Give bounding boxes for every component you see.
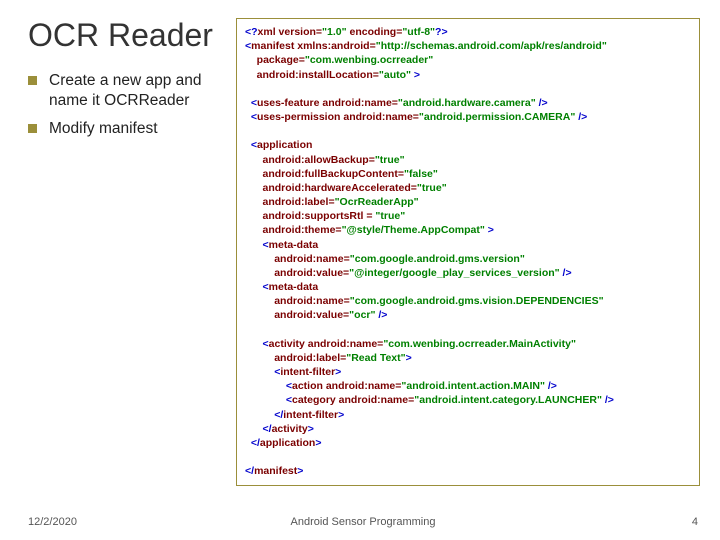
code-token: android:theme= <box>245 224 342 236</box>
code-token: /> <box>602 394 614 406</box>
code-token: > <box>338 409 344 421</box>
code-token: "com.wenbing.ocrreader.MainActivity" <box>383 338 576 350</box>
list-item: Modify manifest <box>28 119 228 139</box>
bullet-text: Create a new app and name it OCRReader <box>49 71 228 111</box>
code-token: android:name= <box>336 394 414 406</box>
code-token: < <box>245 97 257 109</box>
code-token: action <box>292 380 323 392</box>
code-box: <?xml version="1.0" encoding="utf-8"?> <… <box>236 18 700 486</box>
code-token: > <box>308 423 314 435</box>
code-token: < <box>245 239 269 251</box>
code-token: intent-filter <box>283 409 338 421</box>
code-token: "com.google.android.gms.version" <box>350 253 525 265</box>
code-token: "true" <box>417 182 447 194</box>
code-token: /> <box>545 380 557 392</box>
code-token: application <box>260 437 315 449</box>
slide-title: OCR Reader <box>28 18 228 53</box>
code-token: "com.google.android.gms.vision.DEPENDENC… <box>350 295 604 307</box>
code-token: /> <box>536 97 548 109</box>
code-token: manifest <box>254 465 297 477</box>
code-token: /> <box>575 111 587 123</box>
code-token: android:fullBackupContent= <box>245 168 404 180</box>
code-token: <? <box>245 26 258 38</box>
code-token: < <box>245 394 292 406</box>
code-token: > <box>335 366 341 378</box>
code-token: xmlns:android= <box>294 40 375 52</box>
code-token: android:name= <box>340 111 418 123</box>
square-bullet-icon <box>28 124 37 133</box>
code-token: "android.intent.category.LAUNCHER" <box>414 394 602 406</box>
code-token: meta-data <box>269 239 319 251</box>
code-token: android:name= <box>319 97 397 109</box>
code-token: uses-permission <box>257 111 340 123</box>
footer: 12/2/2020 Android Sensor Programming 4 <box>28 516 698 528</box>
code-token: activity <box>272 423 308 435</box>
code-token: android:installLocation= <box>245 69 379 81</box>
code-token: package= <box>245 54 305 66</box>
code-token: > <box>315 437 321 449</box>
code-token: "com.wenbing.ocrreader" <box>305 54 433 66</box>
code-token: < <box>245 111 257 123</box>
code-token: "1.0" <box>322 26 347 38</box>
code-token: < <box>245 139 257 151</box>
code-token: "OcrReaderApp" <box>335 196 419 208</box>
code-token: application <box>257 139 312 151</box>
code-token: xml version= <box>258 26 323 38</box>
code-token: "auto" <box>379 69 411 81</box>
code-token: "true" <box>375 154 405 166</box>
footer-title: Android Sensor Programming <box>28 516 698 528</box>
code-token: activity <box>269 338 305 350</box>
code-token: </ <box>245 437 260 449</box>
code-token: category <box>292 394 336 406</box>
code-token: android:supportsRtl = <box>245 210 375 222</box>
slide: OCR Reader Create a new app and name it … <box>0 0 720 540</box>
code-token: manifest <box>251 40 294 52</box>
code-token: "@style/Theme.AppCompat" <box>342 224 485 236</box>
code-token: android:name= <box>305 338 383 350</box>
code-token: "http://schemas.android.com/apk/res/andr… <box>376 40 607 52</box>
code-token: android:label= <box>245 196 335 208</box>
code-token: "utf-8" <box>402 26 435 38</box>
code-token: ?> <box>435 26 448 38</box>
code-token: "ocr" <box>349 309 375 321</box>
code-token: /> <box>375 309 387 321</box>
code-token: < <box>245 380 292 392</box>
code-token: "android.permission.CAMERA" <box>419 111 575 123</box>
code-token: "Read Text" <box>346 352 405 364</box>
list-item: Create a new app and name it OCRReader <box>28 71 228 111</box>
bullet-text: Modify manifest <box>49 119 158 139</box>
code-token: < <box>245 281 269 293</box>
code-token: < <box>245 338 269 350</box>
columns: OCR Reader Create a new app and name it … <box>28 18 700 486</box>
code-token: </ <box>245 409 283 421</box>
code-token: encoding= <box>347 26 403 38</box>
code-token: uses-feature <box>257 97 319 109</box>
code-token: < <box>245 366 280 378</box>
code-token: android:name= <box>323 380 401 392</box>
code-token: </ <box>245 465 254 477</box>
code-token: </ <box>245 423 272 435</box>
code-token: android:hardwareAccelerated= <box>245 182 417 194</box>
code-token: /> <box>560 267 572 279</box>
code-token: "true" <box>375 210 405 222</box>
code-token: > <box>297 465 303 477</box>
left-column: OCR Reader Create a new app and name it … <box>28 18 228 486</box>
code-token: > <box>406 352 412 364</box>
code-token: android:name= <box>245 295 350 307</box>
square-bullet-icon <box>28 76 37 85</box>
code-token: android:allowBackup= <box>245 154 375 166</box>
code-token: "android.intent.action.MAIN" <box>401 380 545 392</box>
code-token: > <box>411 69 420 81</box>
code-token: intent-filter <box>280 366 335 378</box>
bullet-list: Create a new app and name it OCRReader M… <box>28 71 228 139</box>
code-token: android:value= <box>245 309 349 321</box>
code-token: > <box>485 224 494 236</box>
code-token: android:name= <box>245 253 350 265</box>
code-token: "false" <box>404 168 438 180</box>
code-token: "android.hardware.camera" <box>398 97 536 109</box>
code-token: meta-data <box>269 281 319 293</box>
code-token: android:value= <box>245 267 349 279</box>
code-token: "@integer/google_play_services_version" <box>349 267 559 279</box>
code-token: android:label= <box>245 352 346 364</box>
